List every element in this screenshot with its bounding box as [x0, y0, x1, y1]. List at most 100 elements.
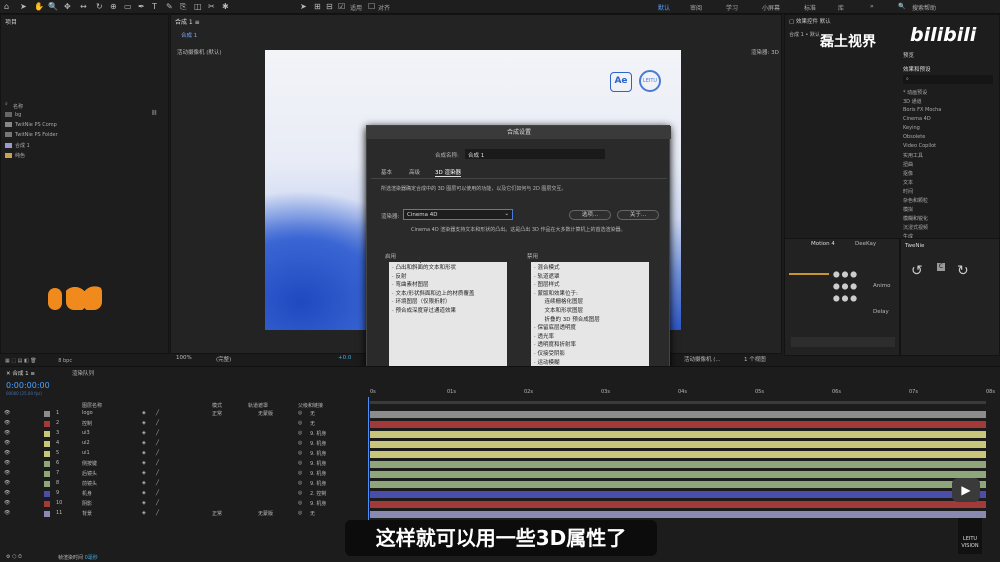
extend-icon[interactable]: ⊞ — [314, 2, 321, 11]
layer-duration-bar[interactable] — [370, 491, 986, 498]
pickwhip-icon[interactable]: ◎ — [298, 440, 302, 446]
layer-duration-bar[interactable] — [370, 481, 986, 488]
fx-switch-icon[interactable]: ╱ — [156, 410, 159, 416]
shy-icon[interactable]: ◈ — [142, 410, 146, 416]
eye-icon[interactable]: 👁 — [4, 440, 10, 446]
fx-switch-icon[interactable]: ╱ — [156, 430, 159, 436]
tab-basic[interactable]: 基本 — [381, 168, 392, 176]
layer-duration-bar[interactable] — [370, 511, 986, 518]
tab-3d-renderer[interactable]: 3D 渲染器 — [435, 168, 461, 177]
fx-switch-icon[interactable]: ╱ — [156, 480, 159, 486]
fx-switch-icon[interactable]: ╱ — [156, 450, 159, 456]
tab-render-queue[interactable]: 渲染队列 — [72, 369, 94, 377]
shy-icon[interactable]: ◈ — [142, 470, 146, 476]
rotate-right-icon[interactable]: ↻ — [957, 263, 969, 279]
fx-category[interactable]: Video Copilot — [903, 143, 936, 149]
preview-tab[interactable]: 预览 — [903, 51, 914, 59]
search-icon[interactable]: 🔍 — [898, 3, 905, 10]
eye-icon[interactable]: 👁 — [4, 470, 10, 476]
label-color[interactable] — [44, 431, 50, 437]
tab-advanced[interactable]: 高级 — [409, 168, 420, 176]
label-color[interactable] — [44, 501, 50, 507]
workspace-standard[interactable]: 标准 — [804, 3, 816, 12]
layer-duration-bar[interactable] — [370, 451, 986, 458]
fx-switch-icon[interactable]: ╱ — [156, 470, 159, 476]
layer-duration-bar[interactable] — [370, 471, 986, 478]
layer-row[interactable]: 👁 11 背景 ◈ ╱ 正常 无蒙版 ◎ 无 — [0, 510, 368, 519]
eye-icon[interactable]: 👁 — [4, 490, 10, 496]
fx-switch-icon[interactable]: ╱ — [156, 420, 159, 426]
fx-category[interactable]: * 动画预设 — [903, 89, 927, 96]
workspace-learn[interactable]: 学习 — [726, 3, 738, 12]
workspace-small[interactable]: 小屏幕 — [762, 3, 780, 12]
layer-row[interactable]: 👁 8 前镜头 ◈ ╱ ◎ 9. 机身 — [0, 480, 368, 489]
layer-name[interactable]: 后镜头 — [82, 470, 97, 477]
label-color[interactable] — [44, 471, 50, 477]
playhead[interactable] — [368, 397, 369, 532]
anchor-tool-icon[interactable]: ⊕ — [110, 2, 117, 11]
workspace-menu-icon[interactable]: » — [870, 3, 874, 10]
pickwhip-icon[interactable]: ◎ — [298, 410, 302, 416]
layer-name[interactable]: 背景 — [82, 510, 92, 517]
about-button[interactable]: 关于... — [617, 210, 659, 220]
flowchart-icon[interactable]: ⛓ — [151, 110, 157, 116]
pickwhip-icon[interactable]: ◎ — [298, 460, 302, 466]
fx-category[interactable]: Boris FX Mocha — [903, 107, 941, 113]
fx-switch-icon[interactable]: ╱ — [156, 460, 159, 466]
shy-icon[interactable]: ◈ — [142, 460, 146, 466]
eraser-tool-icon[interactable]: ◫ — [194, 2, 202, 11]
fx-category[interactable]: 沉浸式视频 — [903, 224, 928, 231]
pen-tool-icon[interactable]: ✒ — [138, 2, 145, 11]
rectangle-tool-icon[interactable]: ▭ — [124, 2, 132, 11]
eye-icon[interactable]: 👁 — [4, 500, 10, 506]
fx-category[interactable]: 杂色和颗粒 — [903, 197, 928, 204]
tab-deekay[interactable]: DeeKay — [855, 241, 876, 247]
shy-icon[interactable]: ◈ — [142, 430, 146, 436]
layer-duration-bar[interactable] — [370, 441, 986, 448]
label-color[interactable] — [44, 511, 50, 517]
fx-category[interactable]: 抠像 — [903, 170, 913, 177]
view-select[interactable]: 活动摄像机 (... — [684, 355, 721, 363]
eye-icon[interactable]: 👁 — [4, 450, 10, 456]
fx-switch-icon[interactable]: ╱ — [156, 490, 159, 496]
pickwhip-icon[interactable]: ◎ — [298, 490, 302, 496]
fx-category[interactable]: 模糊和锐化 — [903, 215, 928, 222]
pickwhip-icon[interactable]: ◎ — [298, 450, 302, 456]
project-item[interactable]: 合成 1 — [5, 142, 30, 149]
fx-category[interactable]: 文本 — [903, 179, 913, 186]
tab-comp[interactable]: 合成 1 ≡ — [171, 15, 781, 27]
layer-row[interactable]: 👁 2 控制 ◈ ╱ ◎ 无 — [0, 420, 368, 429]
pickwhip-icon[interactable]: ◎ — [298, 480, 302, 486]
label-color[interactable] — [44, 421, 50, 427]
label-color[interactable] — [44, 491, 50, 497]
anchor-grid[interactable]: ⬤ ⬤ ⬤ ⬤ ⬤ ⬤ ⬤ ⬤ ⬤ — [833, 269, 857, 305]
project-item[interactable]: TwitNie PS Folder — [5, 132, 58, 138]
label-color[interactable] — [44, 451, 50, 457]
layer-row[interactable]: 👁 6 侧按键 ◈ ╱ ◎ 9. 机身 — [0, 460, 368, 469]
shy-icon[interactable]: ◈ — [142, 510, 146, 516]
text-tool-icon[interactable]: T — [152, 2, 157, 11]
eye-icon[interactable]: 👁 — [4, 410, 10, 416]
fx-search-input[interactable]: ⌕ — [903, 75, 993, 84]
hand-tool-icon[interactable]: ✋ — [34, 2, 44, 11]
rotate-left-icon[interactable]: ↺ — [911, 263, 923, 279]
fx-category[interactable]: Obsolete — [903, 134, 925, 140]
layer-name[interactable]: 前镜头 — [82, 480, 97, 487]
layer-name[interactable]: ui2 — [82, 440, 90, 446]
fx-category[interactable]: Keying — [903, 125, 920, 131]
label-color[interactable] — [44, 461, 50, 467]
pickwhip-icon[interactable]: ◎ — [298, 510, 302, 516]
eye-icon[interactable]: 👁 — [4, 480, 10, 486]
layer-duration-bar[interactable] — [370, 501, 986, 508]
work-area-bar[interactable] — [370, 401, 986, 404]
brush-tool-icon[interactable]: ✎ — [166, 2, 173, 11]
eye-icon[interactable]: 👁 — [4, 460, 10, 466]
fx-switch-icon[interactable]: ╱ — [156, 510, 159, 516]
rotate-tool-icon[interactable]: ↻ — [96, 2, 103, 11]
effect-controls-tab[interactable]: ▢ 效果控件 默认 — [789, 17, 831, 25]
grid-icon[interactable]: ⊟ — [326, 2, 333, 11]
layer-name[interactable]: ui1 — [82, 450, 90, 456]
pickwhip-icon[interactable]: ◎ — [298, 430, 302, 436]
fx-category[interactable]: 扭曲 — [903, 161, 913, 168]
motion-toolbar[interactable] — [791, 337, 895, 347]
